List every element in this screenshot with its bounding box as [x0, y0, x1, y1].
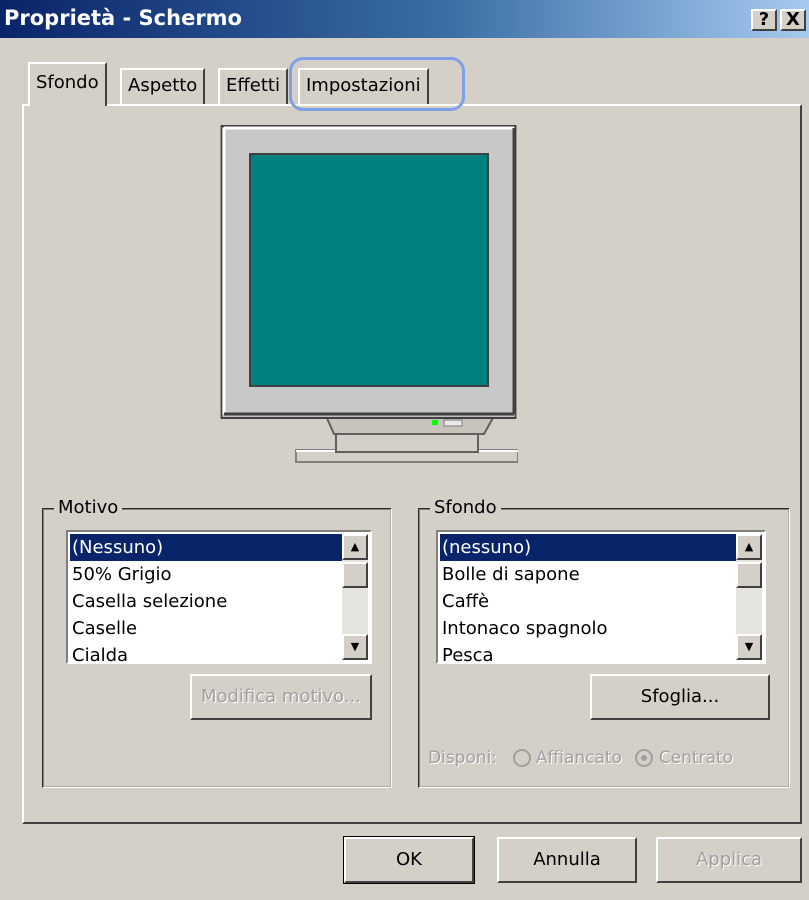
tab-impostazioni[interactable]: Impostazioni — [298, 68, 429, 104]
sfoglia-button[interactable]: Sfoglia... — [590, 674, 770, 720]
list-item[interactable]: Cialda — [70, 642, 342, 662]
window-title: Proprietà - Schermo — [4, 6, 242, 30]
centrato-label[interactable]: Centrato — [659, 748, 733, 768]
disponi-label: Disponi: — [428, 748, 498, 768]
list-item[interactable]: Intonaco spagnolo — [440, 615, 736, 642]
sfondo-listbox[interactable]: (nessuno) Bolle di sapone Caffè Intonaco… — [436, 530, 766, 664]
power-button — [443, 419, 463, 427]
tab-sfondo[interactable]: Sfondo — [28, 62, 107, 106]
close-button[interactable]: X — [780, 9, 806, 31]
scroll-thumb[interactable] — [736, 562, 762, 588]
list-item[interactable]: Caselle — [70, 615, 342, 642]
tab-effetti[interactable]: Effetti — [218, 68, 288, 104]
help-button[interactable]: ? — [751, 9, 777, 31]
applica-button[interactable]: Applica — [656, 837, 802, 883]
list-item[interactable]: Casella selezione — [70, 588, 342, 615]
monitor-preview — [220, 125, 518, 463]
modifica-motivo-button[interactable]: Modifica motivo... — [190, 674, 372, 720]
scroll-up-icon[interactable]: ▲ — [342, 534, 368, 560]
list-item[interactable]: (nessuno) — [440, 534, 736, 561]
affiancato-label[interactable]: Affiancato — [536, 748, 622, 768]
scroll-down-icon[interactable]: ▼ — [736, 634, 762, 660]
centrato-radio[interactable] — [635, 749, 654, 767]
motivo-listbox[interactable]: (Nessuno) 50% Grigio Casella selezione C… — [66, 530, 372, 664]
monitor-screen — [249, 153, 489, 387]
scroll-down-icon[interactable]: ▼ — [342, 634, 368, 660]
motivo-label: Motivo — [54, 496, 123, 520]
affiancato-radio[interactable] — [512, 749, 531, 767]
tab-aspetto[interactable]: Aspetto — [120, 68, 206, 104]
sfondo-group-label: Sfondo — [430, 496, 501, 520]
title-bar[interactable]: Proprietà - Schermo ? X — [0, 0, 809, 38]
list-item[interactable]: Bolle di sapone — [440, 561, 736, 588]
scroll-thumb[interactable] — [342, 562, 368, 588]
power-led — [432, 420, 438, 425]
motivo-scrollbar[interactable]: ▲ ▼ — [342, 534, 368, 660]
list-item[interactable]: (Nessuno) — [70, 534, 342, 561]
disponi-row: Disponi: Affiancato Centrato — [428, 748, 733, 768]
sfondo-scrollbar[interactable]: ▲ ▼ — [736, 534, 762, 660]
list-item[interactable]: 50% Grigio — [70, 561, 342, 588]
list-item[interactable]: Pesca — [440, 642, 736, 662]
annulla-button[interactable]: Annulla — [497, 837, 637, 883]
ok-button[interactable]: OK — [343, 836, 475, 884]
scroll-up-icon[interactable]: ▲ — [736, 534, 762, 560]
list-item[interactable]: Caffè — [440, 588, 736, 615]
